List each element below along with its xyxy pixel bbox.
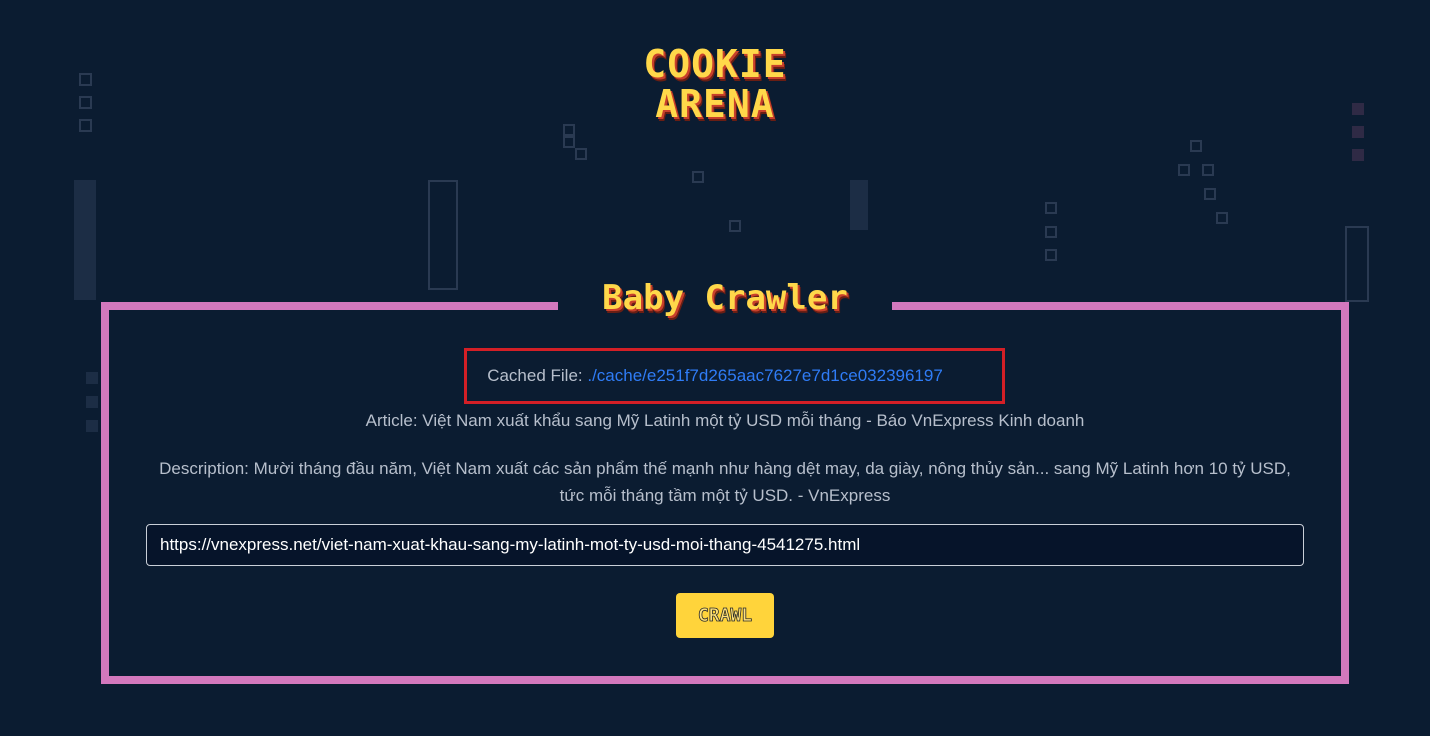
logo-line-2: ARENA bbox=[655, 82, 775, 126]
decor-square bbox=[563, 136, 575, 148]
crawl-button[interactable]: CRAWL bbox=[676, 593, 774, 638]
cached-file-link[interactable]: ./cache/e251f7d265aac7627e7d1ce032396197 bbox=[587, 366, 942, 385]
decor-square bbox=[1045, 202, 1057, 214]
url-input[interactable] bbox=[146, 524, 1304, 566]
decor-square bbox=[1352, 126, 1364, 138]
decor-square bbox=[1045, 226, 1057, 238]
decor-square bbox=[563, 124, 575, 136]
decor-bar bbox=[428, 180, 458, 290]
decor-square bbox=[1190, 140, 1202, 152]
cached-file-label: Cached File: bbox=[487, 366, 588, 385]
decor-square bbox=[1202, 164, 1214, 176]
decor-square bbox=[1216, 212, 1228, 224]
cached-file-line: Cached File: ./cache/e251f7d265aac7627e7… bbox=[0, 366, 1430, 386]
decor-square bbox=[1045, 249, 1057, 261]
article-title: Article: Việt Nam xuất khẩu sang Mỹ Lati… bbox=[365, 411, 1085, 430]
decor-bar bbox=[74, 180, 96, 300]
decor-bar bbox=[850, 180, 868, 230]
page: COOKIE ARENA Baby Crawler Cached File: .… bbox=[0, 0, 1430, 736]
logo-line-1: COOKIE bbox=[643, 42, 787, 86]
article-description: Description: Mười tháng đầu năm, Việt Na… bbox=[159, 459, 1291, 505]
decor-square bbox=[1204, 188, 1216, 200]
decor-square bbox=[575, 148, 587, 160]
decor-square bbox=[692, 171, 704, 183]
decor-bar bbox=[1345, 226, 1369, 302]
panel-title: Baby Crawler bbox=[602, 278, 848, 318]
decor-square bbox=[1178, 164, 1190, 176]
decor-square bbox=[86, 396, 98, 408]
cookie-arena-logo: COOKIE ARENA bbox=[0, 44, 1430, 124]
crawl-button-label: CRAWL bbox=[697, 605, 753, 627]
decor-square bbox=[1352, 149, 1364, 161]
decor-square bbox=[729, 220, 741, 232]
